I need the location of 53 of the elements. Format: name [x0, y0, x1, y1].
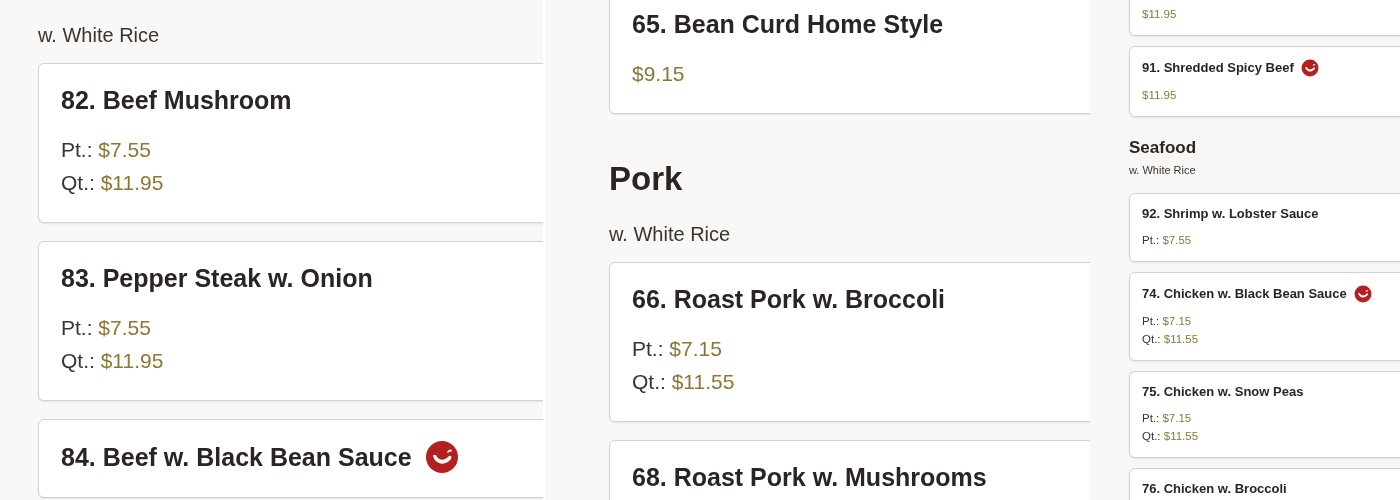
category-note: w. White Rice — [38, 23, 161, 48]
price: $11.55 — [1163, 430, 1199, 442]
dish-name: 65. Bean Curd Home Style — [632, 9, 944, 40]
price: $7.15 — [669, 337, 722, 360]
price: $7.15 — [1162, 412, 1192, 424]
dish-card[interactable]: 82. Beef Mushroom Pt.: $7.55 Qt.: $11.95 — [38, 63, 543, 223]
dish-card[interactable]: 91. Shredded Spicy Beef $11.95 — [1129, 46, 1400, 117]
dish-name: 92. Shrimp w. Lobster Sauce — [1142, 206, 1319, 222]
price: $11.95 — [1142, 8, 1177, 20]
portion-label: Qt.: — [1142, 333, 1161, 345]
portion-label: Qt.: — [61, 171, 95, 194]
dish-name: 66. Roast Pork w. Broccoli — [632, 284, 946, 315]
dish-card[interactable]: 65. Bean Curd Home Style $9.15 — [609, 0, 1090, 114]
dish-name: 68. Roast Pork w. Mushrooms — [632, 462, 987, 493]
dish-card[interactable]: 66. Roast Pork w. Broccoli Pt.: $7.15 Qt.: $11.55 — [609, 262, 1090, 422]
dish-card[interactable]: 83. Pepper Steak w. Onion Pt.: $7.55 Qt.: $11.95 — [38, 241, 543, 401]
price: $9.15 — [632, 62, 685, 85]
price: $11.55 — [671, 370, 735, 393]
dish-name: 83. Pepper Steak w. Onion — [61, 263, 373, 294]
category-heading: Seafood — [1129, 137, 1198, 159]
price: $7.15 — [1162, 315, 1192, 327]
dish-card[interactable]: $11.95 — [1129, 0, 1400, 36]
portion-label: Pt.: — [61, 138, 93, 161]
portion-label: Pt.: — [1142, 412, 1160, 424]
portion-label: Pt.: — [1142, 315, 1160, 327]
price: $7.55 — [98, 316, 151, 339]
price: $11.95 — [100, 349, 164, 372]
price: $11.95 — [100, 171, 164, 194]
dish-name: 75. Chicken w. Snow Peas — [1142, 384, 1304, 400]
price: $11.95 — [1142, 89, 1177, 101]
dish-name: 76. Chicken w. Broccoli — [1142, 481, 1287, 497]
price: $7.55 — [98, 138, 151, 161]
portion-label: Pt.: — [1142, 234, 1160, 246]
dish-card[interactable]: 92. Shrimp w. Lobster Sauce Pt.: $7.55 — [1129, 193, 1400, 262]
dish-card[interactable]: 84. Beef w. Black Bean Sauce — [38, 419, 543, 498]
portion-label: Qt.: — [61, 349, 95, 372]
dish-name: 91. Shredded Spicy Beef — [1142, 60, 1294, 76]
portion-label: Pt.: — [61, 316, 93, 339]
price: $7.55 — [1162, 234, 1192, 246]
category-note: w. White Rice — [1129, 163, 1197, 177]
dish-card[interactable]: 75. Chicken w. Snow Peas Pt.: $7.15 Qt.: $11.55 — [1129, 371, 1400, 458]
portion-label: Qt.: — [1142, 430, 1161, 442]
portion-label: Pt.: — [632, 337, 664, 360]
dish-name: 82. Beef Mushroom — [61, 85, 292, 116]
dish-card[interactable]: 74. Chicken w. Black Bean Sauce Pt.: $7.15 Qt.: $11.55 — [1129, 272, 1400, 361]
category-heading: Pork — [609, 159, 684, 199]
dish-name: 74. Chicken w. Black Bean Sauce — [1142, 286, 1347, 302]
dish-name: 84. Beef w. Black Bean Sauce — [61, 442, 412, 473]
portion-label: Qt.: — [632, 370, 666, 393]
dish-card[interactable]: 68. Roast Pork w. Mushrooms — [609, 440, 1090, 500]
dish-card[interactable]: 76. Chicken w. Broccoli — [1129, 468, 1400, 500]
price: $11.55 — [1163, 333, 1199, 345]
category-note: w. White Rice — [609, 222, 732, 247]
